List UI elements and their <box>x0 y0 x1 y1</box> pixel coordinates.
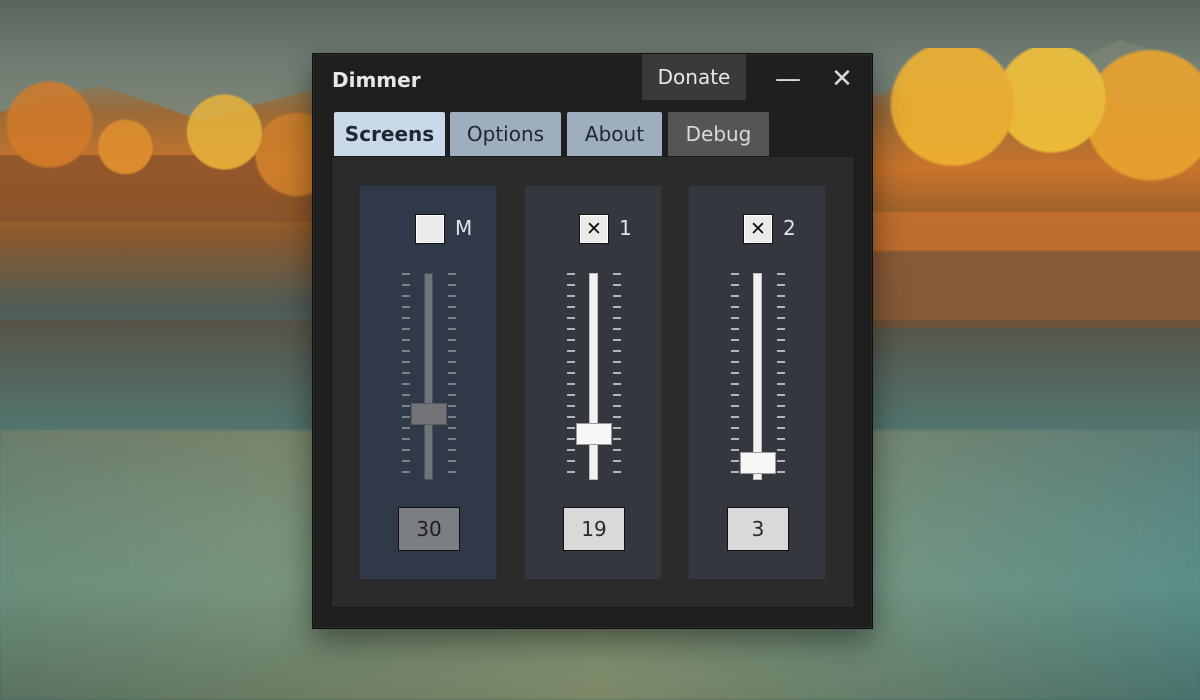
screen-2-slider-thumb[interactable] <box>740 452 776 475</box>
slider-ticks-left <box>567 273 575 478</box>
close-icon[interactable]: ✕ <box>825 62 859 96</box>
screen-1-label: 1 <box>619 216 632 240</box>
screen-panel-master: M 30 <box>359 185 497 580</box>
screen-1-value-box[interactable]: 19 <box>563 507 625 551</box>
autumn-trees-left <box>0 72 330 222</box>
master-slider-track[interactable] <box>424 273 433 480</box>
screen-panel-2: ✕ 2 3 <box>688 185 826 580</box>
slider-ticks-left <box>402 273 410 478</box>
screen-1-slider-thumb[interactable] <box>576 422 612 445</box>
screen-1-slider-track[interactable] <box>589 273 598 480</box>
tab-screens[interactable]: Screens <box>334 112 445 156</box>
title-bar[interactable]: Dimmer Donate — ✕ <box>313 54 872 106</box>
slider-ticks-right <box>777 273 785 478</box>
slider-ticks-left <box>731 273 739 478</box>
dimmer-window: Dimmer Donate — ✕ Screens Options About … <box>312 53 873 629</box>
window-title: Dimmer <box>332 68 421 92</box>
screen-2-slider-track[interactable] <box>753 273 762 480</box>
master-value-box[interactable]: 30 <box>398 507 460 551</box>
screen-2-label: 2 <box>783 216 796 240</box>
tab-options[interactable]: Options <box>450 112 561 156</box>
screens-tab-content: M 30 ✕ 1 19 ✕ 2 3 <box>331 156 855 608</box>
screen-panel-1: ✕ 1 19 <box>524 185 662 580</box>
minimize-icon[interactable]: — <box>771 62 805 96</box>
master-label: M <box>455 216 473 240</box>
slider-ticks-right <box>448 273 456 478</box>
donate-button[interactable]: Donate <box>642 54 746 100</box>
master-checkbox[interactable] <box>415 214 445 244</box>
autumn-trees-right <box>870 48 1200 328</box>
screen-2-value-box[interactable]: 3 <box>727 507 789 551</box>
tab-about[interactable]: About <box>567 112 662 156</box>
screen-1-checkbox[interactable]: ✕ <box>579 214 609 244</box>
master-slider-thumb[interactable] <box>411 402 447 425</box>
tab-debug[interactable]: Debug <box>668 112 769 156</box>
slider-ticks-right <box>613 273 621 478</box>
screen-2-checkbox[interactable]: ✕ <box>743 214 773 244</box>
